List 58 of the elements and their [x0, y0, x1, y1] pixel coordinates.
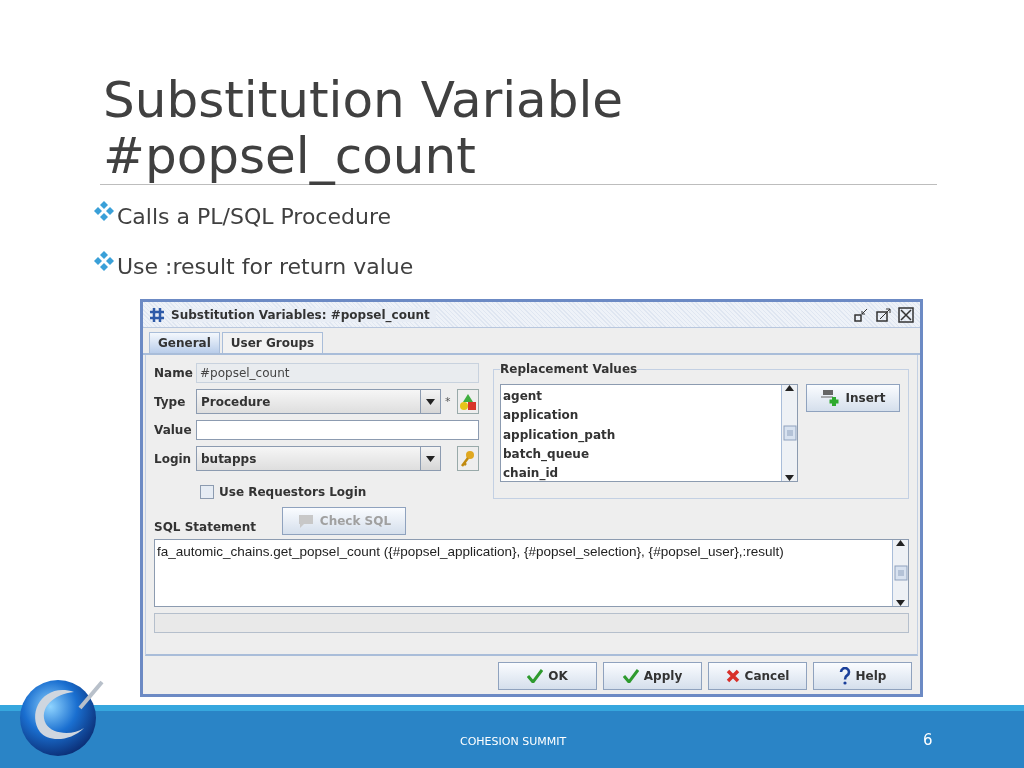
maximize-icon[interactable]: [876, 307, 892, 322]
bullet-text: Use :result for return value: [117, 253, 414, 281]
check-icon: [527, 669, 544, 683]
key-icon[interactable]: [457, 446, 479, 471]
field-label: Type: [154, 394, 187, 409]
name-field[interactable]: #popsel_count: [196, 363, 479, 383]
add-icon: [820, 389, 841, 407]
sql-label: SQL Statement: [154, 520, 256, 534]
tab[interactable]: General: [149, 332, 220, 353]
caret-icon: [896, 600, 905, 606]
page-number: 6: [923, 731, 933, 749]
footer-text: COHESION SUMMIT: [460, 735, 567, 748]
field-label: Login: [154, 451, 192, 466]
value-field[interactable]: [196, 420, 479, 440]
list-item[interactable]: chain_id: [503, 464, 779, 484]
ok-button[interactable]: OK: [498, 662, 597, 690]
scroll-thumb-icon: [782, 425, 797, 441]
tab[interactable]: User Groups: [221, 332, 324, 353]
slide-title: Substitution Variable #popsel_count: [100, 0, 937, 185]
list-item[interactable]: batch_queue: [503, 444, 779, 465]
list-item[interactable]: application: [503, 406, 779, 426]
required-mark: *: [445, 395, 452, 408]
help-icon: [838, 667, 851, 685]
dropdown-button[interactable]: [420, 447, 440, 470]
cancel-button[interactable]: Cancel: [708, 662, 807, 690]
caret-icon: [896, 540, 905, 546]
list-item[interactable]: application_path: [503, 425, 779, 445]
login-dropdown[interactable]: butapps: [196, 446, 441, 471]
check-icon: [622, 669, 639, 683]
caret-icon: [426, 455, 435, 462]
close-icon[interactable]: [898, 306, 914, 323]
field-label: Value: [154, 423, 192, 437]
minimize-icon[interactable]: [854, 307, 870, 322]
scrollbar[interactable]: [892, 540, 908, 606]
group-title: Replacement Values: [500, 362, 638, 376]
sql-text-area[interactable]: fa_automic_chains.get_popsel_count ({#popsel_application}, {#popsel_selection}, {#popsel_user},:result): [154, 539, 909, 607]
shapes-icon[interactable]: [457, 389, 479, 414]
caret-icon: [785, 475, 794, 481]
bullet-icon: [93, 201, 115, 223]
caret-icon: [785, 385, 794, 391]
checkbox-label: Use Requestors Login: [219, 485, 367, 499]
speech-bubble-icon: [296, 513, 315, 529]
field-label: Name: [154, 366, 192, 380]
caret-icon: [426, 398, 435, 405]
help-button[interactable]: Help: [813, 662, 912, 690]
scroll-thumb-icon: [893, 565, 908, 581]
type-dropdown[interactable]: Procedure: [196, 389, 441, 414]
close-icon: [725, 669, 740, 683]
bullet-icon: [93, 251, 115, 273]
bullet-text: Calls a PL/SQL Procedure: [117, 203, 391, 231]
list-item[interactable]: agent: [503, 387, 779, 407]
scrollbar[interactable]: [781, 385, 797, 481]
dropdown-button[interactable]: [420, 390, 440, 413]
apply-button[interactable]: Apply: [603, 662, 702, 690]
window-title: Substitution Variables: #popsel_count: [171, 307, 436, 322]
checkbox[interactable]: [200, 485, 214, 499]
hash-icon: [149, 306, 165, 323]
insert-button[interactable]: Insert: [806, 384, 900, 412]
